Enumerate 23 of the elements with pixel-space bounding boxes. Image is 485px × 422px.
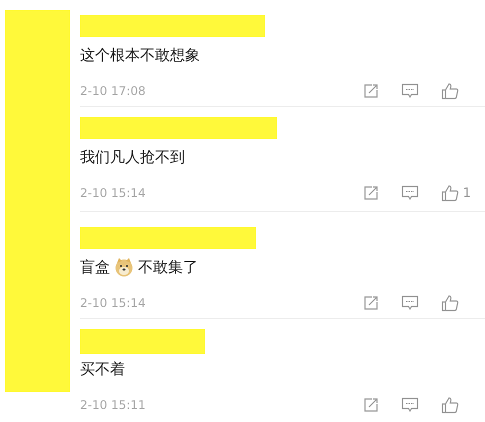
comment-text: 我们凡人抢不到 bbox=[80, 148, 185, 166]
share-icon[interactable] bbox=[363, 295, 379, 311]
comment-icon[interactable] bbox=[401, 83, 419, 99]
comment-icon[interactable] bbox=[401, 397, 419, 413]
comment-time: 2-10 17:08 bbox=[80, 84, 146, 98]
like-count: 1 bbox=[462, 186, 471, 200]
thumbs-up-icon[interactable] bbox=[441, 396, 459, 414]
share-icon[interactable] bbox=[363, 83, 379, 99]
share-icon[interactable] bbox=[362, 185, 379, 201]
comment-icon[interactable] bbox=[401, 295, 419, 311]
comment-time: 2-10 15:11 bbox=[80, 398, 146, 412]
comment-text: 盲盒 bbox=[80, 258, 110, 276]
thumbs-up-icon[interactable] bbox=[441, 294, 459, 312]
comment-time: 2-10 15:14 bbox=[80, 186, 146, 200]
comment-icon[interactable] bbox=[400, 185, 419, 201]
comment-time: 2-10 15:14 bbox=[80, 296, 146, 310]
comment-text: 不敢集了 bbox=[138, 258, 198, 276]
thumbs-up-icon[interactable] bbox=[440, 184, 459, 202]
comment-text: 这个根本不敢想象 bbox=[80, 46, 200, 64]
share-icon[interactable] bbox=[363, 397, 379, 413]
dog-emoji-icon bbox=[114, 257, 134, 277]
comment-text: 买不着 bbox=[80, 360, 125, 378]
thumbs-up-icon[interactable] bbox=[441, 82, 459, 100]
